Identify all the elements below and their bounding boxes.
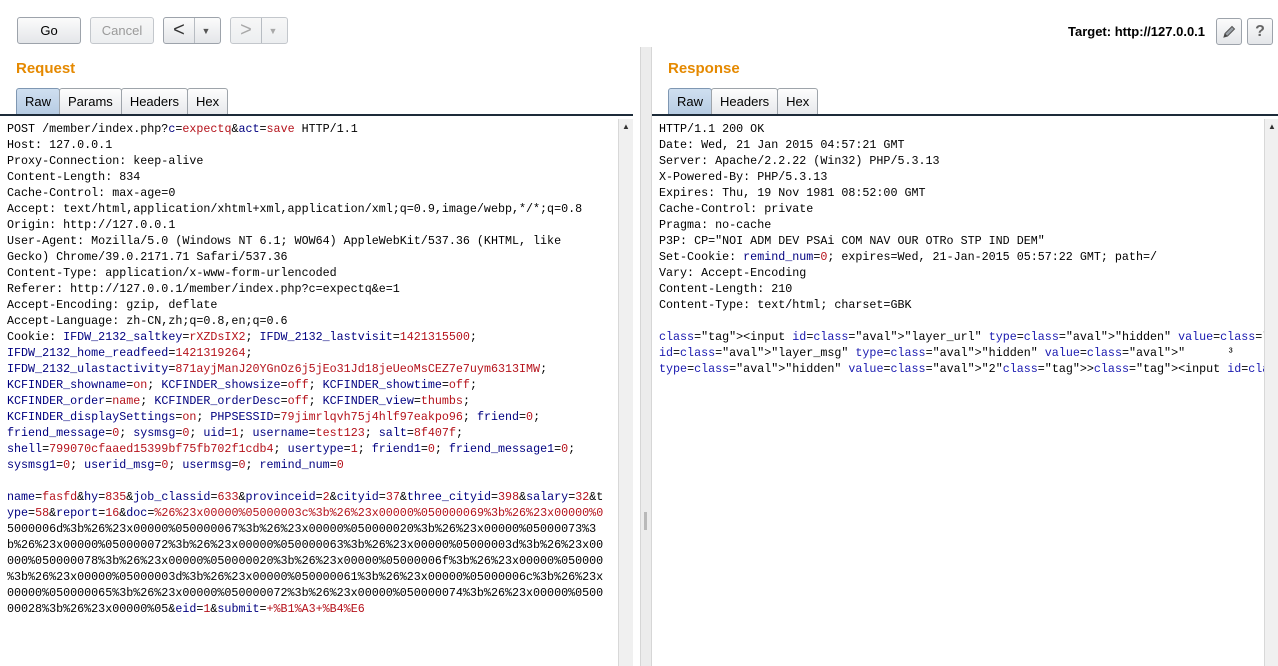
set-cookie-prefix: Set-Cookie: [659, 250, 744, 264]
go-label: Go [40, 23, 58, 38]
request-header-line: Accept-Encoding: gzip, deflate [7, 298, 218, 312]
request-tab-params[interactable]: Params [59, 88, 122, 114]
response-header-line: Content-Type: text/html; charset=GBK [659, 298, 912, 312]
response-header-line: Cache-Control: private [659, 202, 814, 216]
response-header-line: Expires: Thu, 19 Nov 1981 08:52:00 GMT [659, 186, 926, 200]
response-header-line: X-Powered-By: PHP/5.3.13 [659, 170, 828, 184]
request-tab-raw[interactable]: Raw [16, 88, 61, 114]
request-header-line: Referer: http://127.0.0.1/member/index.p… [7, 282, 400, 296]
set-cookie-name: remind_num [743, 250, 814, 264]
help-icon: ? [1255, 22, 1265, 40]
response-header-line: P3P: CP="NOI ADM DEV PSAi COM NAV OUR OT… [659, 234, 1045, 248]
request-header-line: Host: 127.0.0.1 [7, 138, 113, 152]
pane-splitter[interactable] [640, 47, 652, 666]
request-header-line: Cache-Control: max-age=0 [7, 186, 176, 200]
scroll-up-icon[interactable]: ▲ [1265, 119, 1278, 134]
response-header-line: Pragma: no-cache [659, 218, 772, 232]
response-tab-raw[interactable]: Raw [668, 88, 713, 114]
response-header-line: HTTP/1.1 200 OK [659, 122, 765, 136]
response-header-line: Server: Apache/2.2.22 (Win32) PHP/5.3.13 [659, 154, 940, 168]
help-button[interactable]: ? [1247, 18, 1273, 45]
request-body-line: 000%050000078%3b%26%23x00000%050000020%3… [7, 554, 604, 568]
request-body-line: ype=58&report=16&doc=%26%23x00000%050000… [7, 506, 604, 520]
request-body-line: 5000006d%3b%26%23x00000%050000067%3b%26%… [7, 522, 597, 536]
response-html-line: class="tag"><input [659, 330, 786, 344]
request-body-line: 00028%3b%26%23x00000%05&eid=1&submit=+%B… [7, 602, 365, 616]
request-tabs: Raw Params Headers Hex [16, 88, 229, 114]
request-tab-hex[interactable]: Hex [186, 88, 229, 114]
request-scrollbar[interactable]: ▲ [618, 119, 633, 666]
request-body-line: 00000%050000065%3b%26%23x00000%050000072… [7, 586, 604, 600]
request-header-line: User-Agent: Mozilla/5.0 (Windows NT 6.1;… [7, 234, 562, 248]
back-dropdown-icon[interactable]: ▼ [194, 18, 217, 43]
request-header-line: Proxy-Connection: keep-alive [7, 154, 204, 168]
response-scrollbar[interactable]: ▲ [1264, 119, 1278, 666]
request-header-line: Origin: http://127.0.0.1 [7, 218, 176, 232]
request-cookie-line: IFDW_2132_home_readfeed=1421319264; [7, 346, 253, 360]
request-cookie-line: IFDW_2132_ulastactivity=871ayjManJ20YGnO… [7, 362, 548, 376]
forward-arrow-icon[interactable]: > [231, 18, 261, 43]
request-cookie-line: KCFINDER_order=name; KCFINDER_orderDesc=… [7, 394, 470, 408]
response-headers-text: HTTP/1.1 200 OK Date: Wed, 21 Jan 2015 0… [652, 119, 1264, 249]
request-title: Request [16, 60, 76, 77]
target-label: Target: http://127.0.0.1 [1068, 24, 1206, 39]
response-set-cookie: Set-Cookie: remind_num=0; expires=Wed, 2… [652, 249, 1264, 265]
response-tab-underline [652, 114, 1278, 116]
request-cookie-line: sysmsg1=0; userid_msg=0; usermsg=0; remi… [7, 458, 344, 472]
go-button[interactable]: Go [17, 17, 81, 44]
request-body-line: b%26%23x00000%050000072%3b%26%23x00000%0… [7, 538, 604, 552]
request-tab-headers[interactable]: Headers [120, 88, 188, 114]
request-editor[interactable]: POST /member/index.php?c=expectq&act=sav… [0, 119, 618, 666]
response-headers2-text: Vary: Accept-Encoding Content-Length: 21… [652, 265, 1264, 313]
request-body-line: name=fasfd&hy=835&job_classid=633&provin… [7, 490, 604, 504]
request-tab-underline [0, 114, 633, 116]
request-header-line: Accept-Language: zh-CN,zh;q=0.8,en;q=0.6 [7, 314, 288, 328]
request-header-line: Accept: text/html,application/xhtml+xml,… [7, 202, 583, 216]
request-header-line: POST /member/index.php?c=expectq&act=sav… [7, 122, 358, 136]
request-cookie-line: KCFINDER_displaySettings=on; PHPSESSID=7… [7, 410, 541, 424]
response-header-line: Content-Length: 210 [659, 282, 793, 296]
request-cookie-line: Cookie: IFDW_2132_saltkey=rXZDsIX2; IFDW… [7, 330, 477, 344]
response-html-line: type=class="aval">"hidden" [659, 362, 842, 376]
response-header-line: Vary: Accept-Encoding [659, 266, 807, 280]
back-arrow-icon[interactable]: < [164, 18, 194, 43]
cancel-button[interactable]: Cancel [90, 17, 154, 44]
request-cookie-line: shell=799070cfaaed15399bf75fb702f1cdb4; … [7, 442, 576, 456]
response-header-line: Date: Wed, 21 Jan 2015 04:57:21 GMT [659, 138, 905, 152]
forward-dropdown-icon[interactable]: ▼ [261, 18, 284, 43]
request-header-line: Content-Type: application/x-www-form-url… [7, 266, 337, 280]
request-body-line: %3b%26%23x00000%05000003d%3b%26%23x00000… [7, 570, 604, 584]
request-cookie-line: KCFINDER_showname=on; KCFINDER_showsize=… [7, 378, 477, 392]
response-html-text: class="tag"><input id=class="aval">"laye… [659, 330, 1264, 376]
request-header-line: Content-Length: 834 [7, 170, 141, 184]
scroll-up-icon[interactable]: ▲ [619, 119, 633, 134]
splitter-grip[interactable] [644, 512, 647, 530]
request-headers-text: POST /member/index.php?c=expectq&act=sav… [0, 119, 618, 329]
request-header-line: Gecko) Chrome/39.0.2171.71 Safari/537.36 [7, 250, 288, 264]
response-tab-hex[interactable]: Hex [777, 88, 819, 114]
response-editor[interactable]: HTTP/1.1 200 OK Date: Wed, 21 Jan 2015 0… [652, 119, 1264, 666]
pencil-icon [1223, 25, 1236, 38]
set-cookie-rest: ; expires=Wed, 21-Jan-2015 05:57:22 GMT;… [827, 250, 1157, 264]
response-tab-headers[interactable]: Headers [711, 88, 779, 114]
request-cookie-line: friend_message=0; sysmsg=0; uid=1; usern… [7, 426, 463, 440]
cancel-label: Cancel [101, 23, 143, 38]
back-button-group[interactable]: < ▼ [163, 17, 221, 44]
request-body-text: name=fasfd&hy=835&job_classid=633&provin… [0, 473, 618, 617]
edit-target-button[interactable] [1216, 18, 1242, 45]
forward-button-group[interactable]: > ▼ [230, 17, 288, 44]
response-html-line: id=class="aval">"layer_msg" [659, 346, 849, 360]
response-tabs: Raw Headers Hex [668, 88, 819, 114]
request-cookie-text: Cookie: IFDW_2132_saltkey=rXZDsIX2; IFDW… [0, 329, 618, 473]
response-title: Response [668, 60, 740, 77]
